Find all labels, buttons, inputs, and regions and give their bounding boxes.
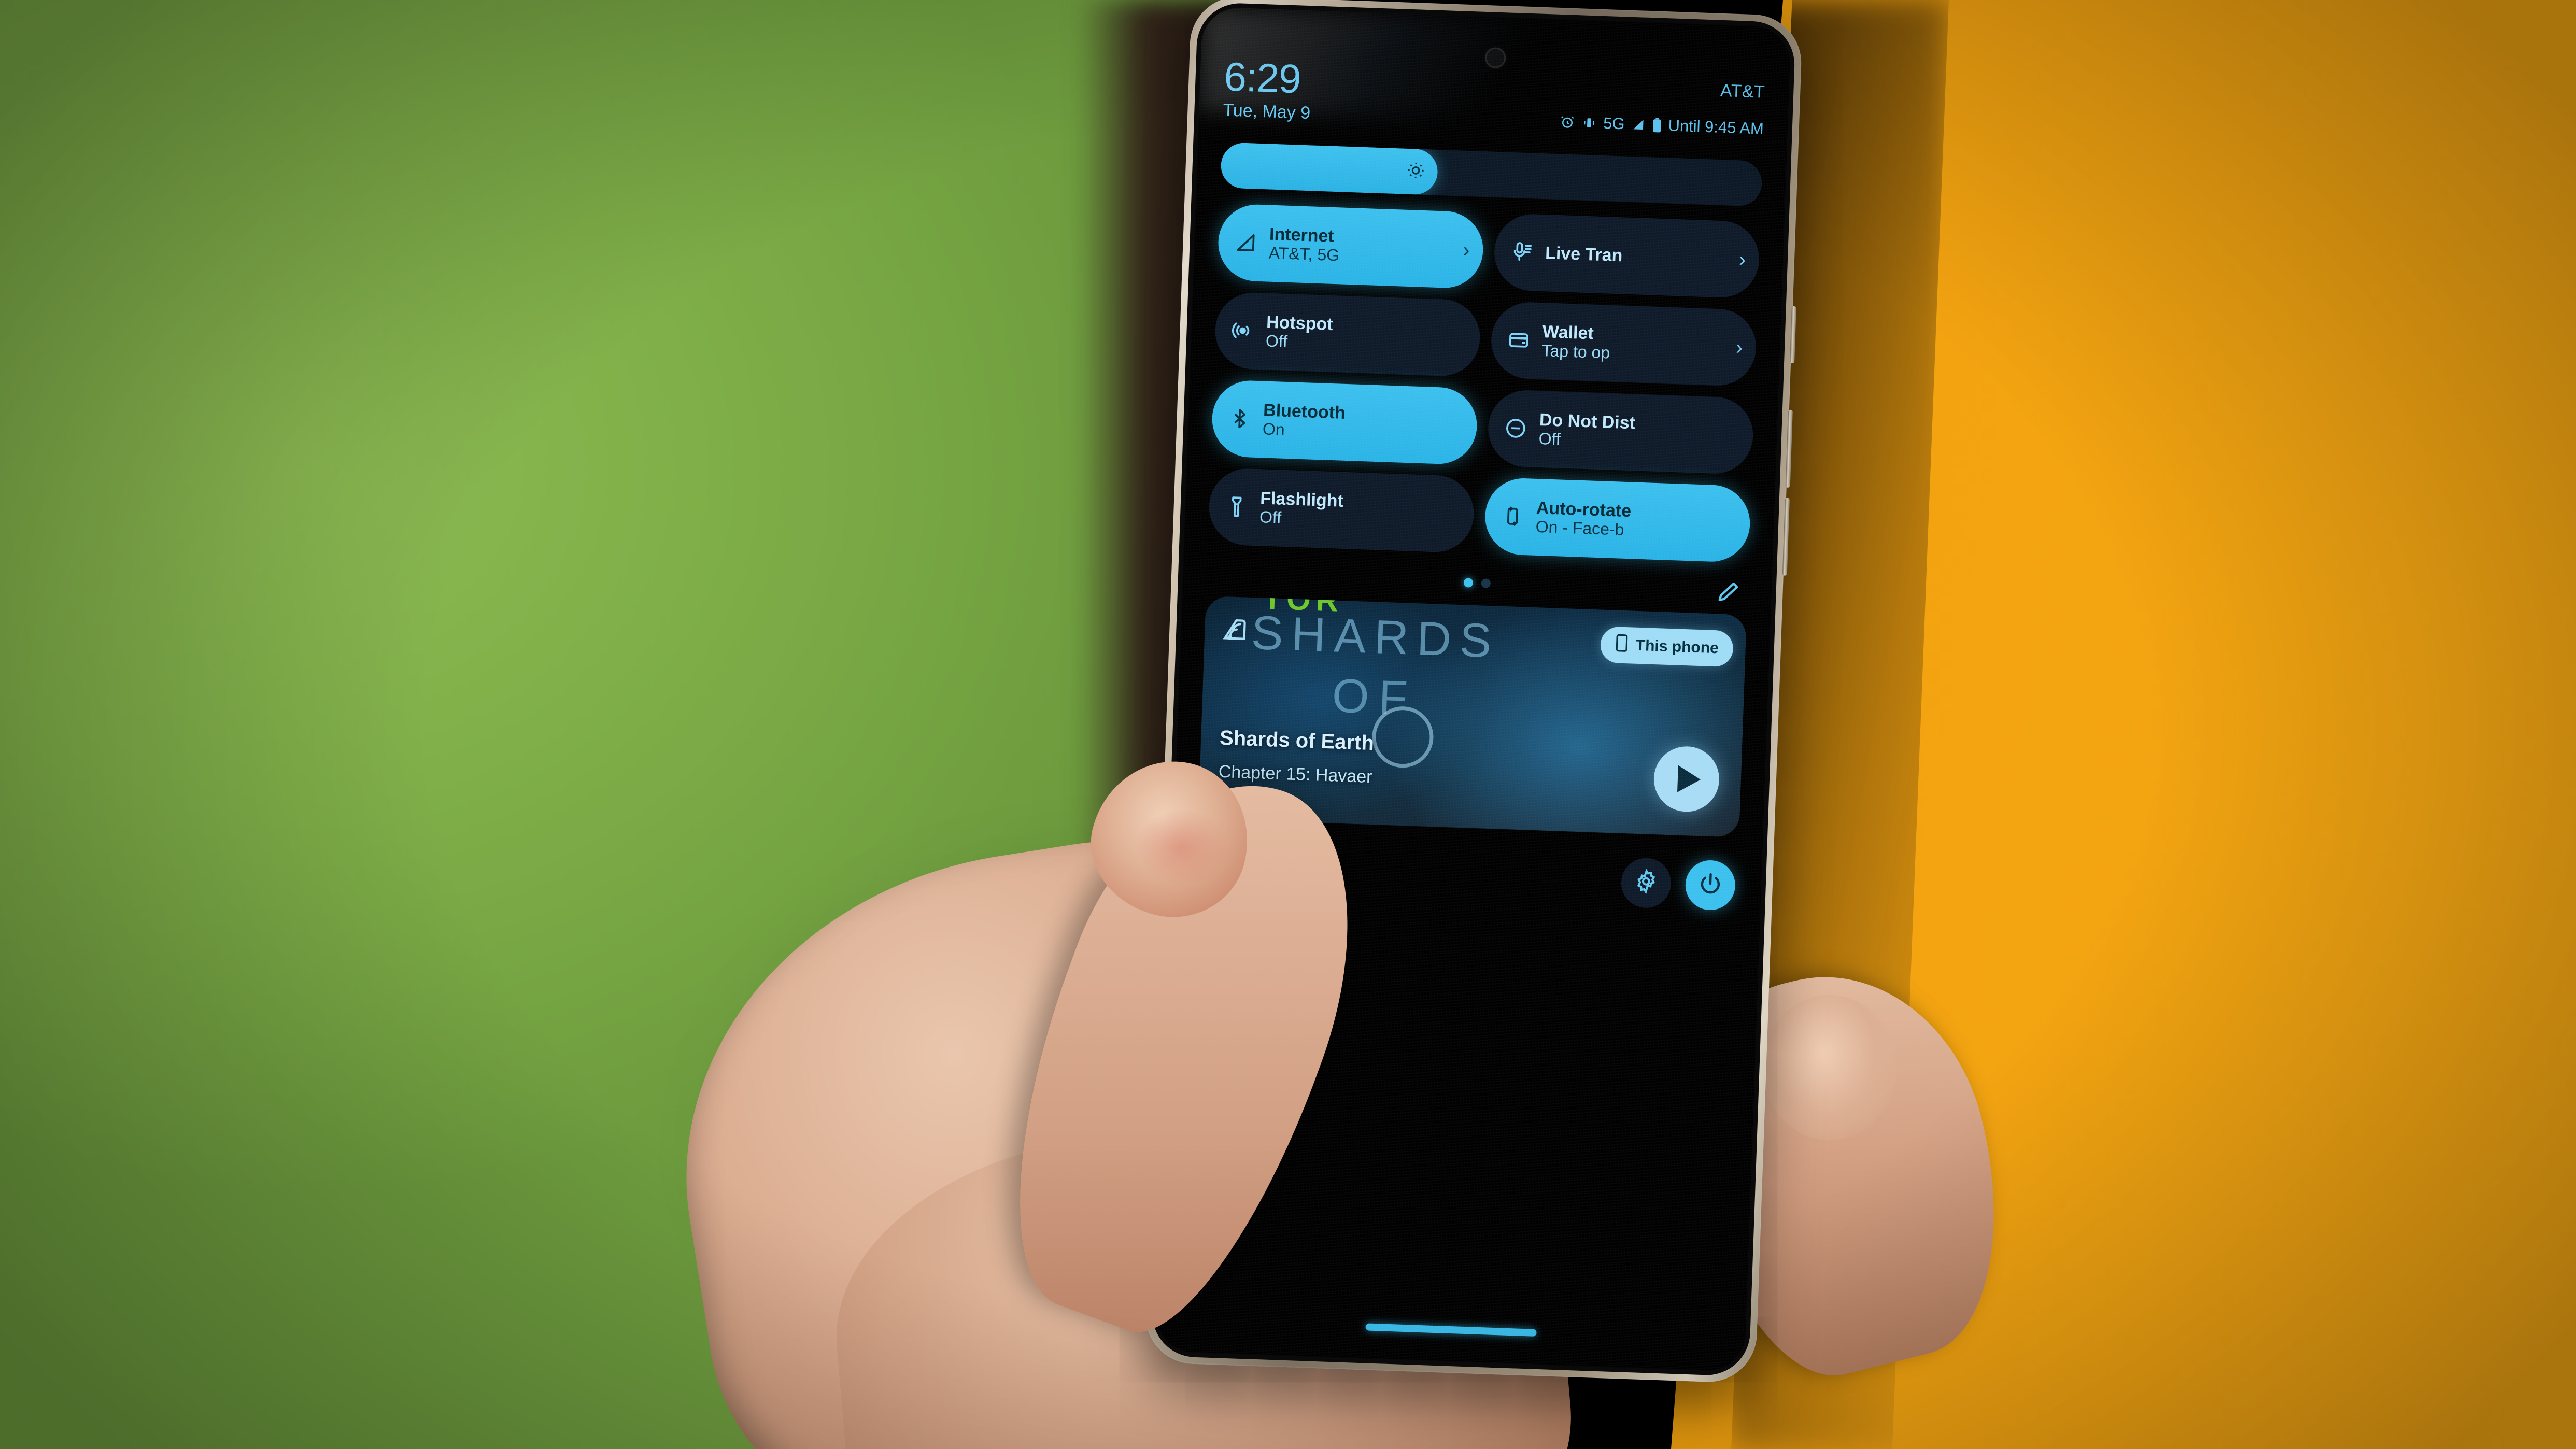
smartphone: 6:29 AT&T Tue, May 9 5G Until 9:45 AM In… <box>1141 0 1803 1449</box>
media-output-label: This phone <box>1635 636 1719 657</box>
wallet-icon <box>1507 328 1532 353</box>
date-label: Tue, May 9 <box>1222 100 1311 123</box>
flashlight-icon <box>1224 494 1249 519</box>
hotspot-icon <box>1230 318 1255 343</box>
brightness-slider[interactable] <box>1220 142 1763 207</box>
do-not-disturb-icon <box>1504 416 1528 441</box>
tile-flashlight[interactable]: Flashlight Off <box>1208 467 1476 553</box>
media-player[interactable]: TOR SHARDS OF This phone Shards of Earth… <box>1198 595 1747 837</box>
dnd-until-label: Until 9:45 AM <box>1667 116 1764 138</box>
media-output-chip[interactable]: This phone <box>1600 626 1734 667</box>
signal-icon <box>1631 117 1646 132</box>
tile-text: Hotspot Off <box>1265 312 1467 357</box>
media-title: Shards of Earth <box>1219 726 1375 755</box>
brightness-slider-fill <box>1220 142 1438 195</box>
chevron-right-icon[interactable]: › <box>1739 249 1746 271</box>
settings-button[interactable] <box>1620 857 1672 909</box>
network-type-label: 5G <box>1603 114 1625 133</box>
power-icon <box>1697 871 1723 900</box>
tile-text: Auto-rotate On - Face-b <box>1535 498 1737 543</box>
tile-label: Live Tran <box>1545 243 1623 266</box>
podcast-icon <box>1220 615 1250 648</box>
bluetooth-icon <box>1227 406 1252 431</box>
media-subtitle: Chapter 15: Havaer <box>1218 761 1373 787</box>
brightness-icon <box>1406 161 1425 182</box>
tile-text: Live Tran <box>1545 243 1728 269</box>
quick-settings-panel: 6:29 AT&T Tue, May 9 5G Until 9:45 AM In… <box>1156 7 1791 1372</box>
battery-icon <box>1651 118 1662 134</box>
alarm-icon <box>1560 114 1576 130</box>
quick-settings-tiles: Internet AT&T, 5G › Live Tran › Hotspot Off Wal… <box>1208 203 1761 563</box>
carrier-label: AT&T <box>1720 80 1765 102</box>
photo-scene: 6:29 AT&T Tue, May 9 5G Until 9:45 AM In… <box>0 0 2576 1449</box>
signal-icon <box>1234 230 1258 255</box>
pencil-icon[interactable] <box>1715 577 1743 608</box>
power-button[interactable] <box>1685 859 1736 911</box>
tile-text: Do Not Dist Off <box>1538 410 1740 455</box>
chevron-right-icon[interactable]: › <box>1736 337 1743 359</box>
phone-screen: 6:29 AT&T Tue, May 9 5G Until 9:45 AM In… <box>1155 6 1791 1372</box>
tile-text: Internet AT&T, 5G <box>1268 224 1452 269</box>
clock: 6:29 <box>1223 53 1301 102</box>
tile-text: Wallet Tap to op <box>1541 322 1725 366</box>
quick-settings-footer <box>1196 842 1738 911</box>
tile-text: Bluetooth On <box>1262 400 1464 445</box>
play-icon <box>1677 765 1701 793</box>
live-caption-icon <box>1509 240 1534 265</box>
tile-live-tran[interactable]: Live Tran › <box>1493 212 1761 299</box>
phone-icon <box>1615 634 1629 656</box>
gear-icon <box>1633 869 1659 897</box>
home-gesture-bar[interactable] <box>1365 1323 1537 1337</box>
tile-text: Flashlight Off <box>1259 488 1461 533</box>
tile-auto-rotate[interactable]: Auto-rotate On - Face-b <box>1483 477 1751 563</box>
auto-rotate-icon <box>1501 504 1525 529</box>
vibrate-icon <box>1581 115 1597 131</box>
page-dot-2[interactable] <box>1481 578 1491 588</box>
system-icons: 5G Until 9:45 AM <box>1560 112 1764 138</box>
page-dot-1[interactable] <box>1463 577 1474 588</box>
chevron-right-icon[interactable]: › <box>1463 239 1470 261</box>
page-dots[interactable] <box>1463 577 1491 588</box>
artwork-title-line1: SHARDS <box>1250 606 1501 668</box>
tile-do-not-dist[interactable]: Do Not Dist Off <box>1487 389 1754 475</box>
tile-bluetooth[interactable]: Bluetooth On <box>1211 379 1478 465</box>
play-button[interactable] <box>1652 745 1721 813</box>
tile-internet[interactable]: Internet AT&T, 5G › <box>1217 203 1484 289</box>
tile-wallet[interactable]: Wallet Tap to op › <box>1490 301 1758 387</box>
tile-hotspot[interactable]: Hotspot Off <box>1214 291 1481 377</box>
phone-frame: 6:29 AT&T Tue, May 9 5G Until 9:45 AM In… <box>1144 0 1803 1384</box>
